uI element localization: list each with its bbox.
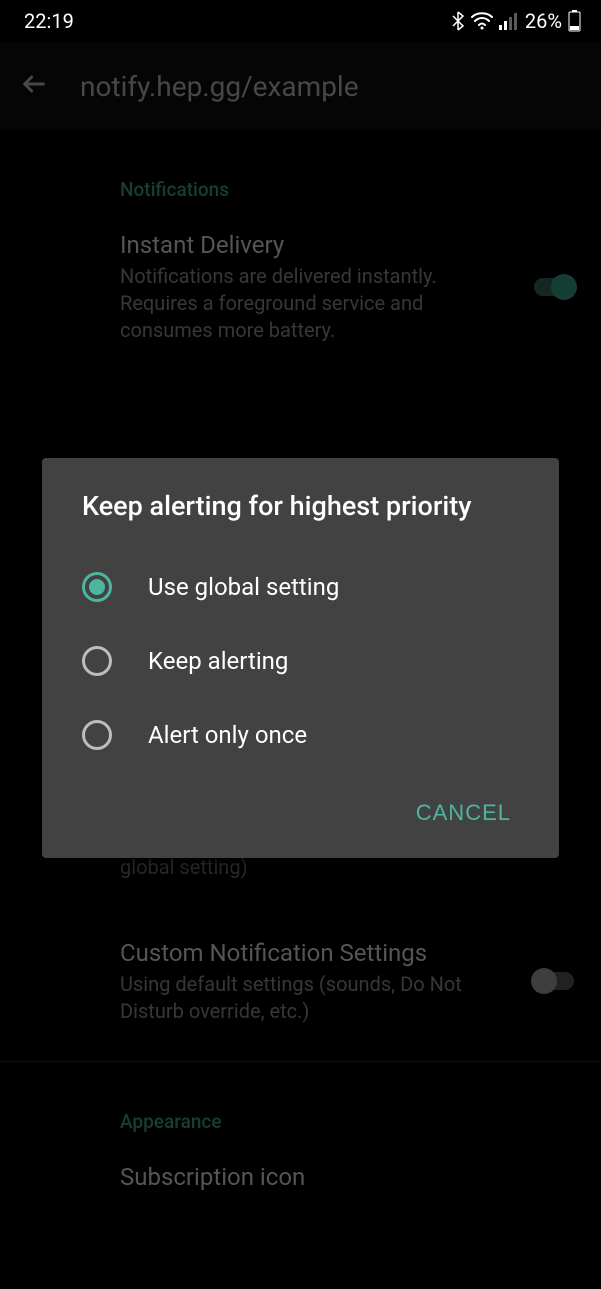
wifi-icon bbox=[471, 12, 493, 30]
status-time: 22:19 bbox=[24, 9, 74, 33]
signal-icon bbox=[499, 12, 519, 30]
dialog-actions: CANCEL bbox=[82, 792, 519, 834]
radio-icon bbox=[82, 720, 112, 750]
radio-icon bbox=[82, 646, 112, 676]
dialog-title: Keep alerting for highest priority bbox=[82, 490, 519, 522]
dialog-keep-alerting: Keep alerting for highest priority Use g… bbox=[42, 458, 559, 858]
radio-option-1[interactable]: Keep alerting bbox=[82, 624, 519, 698]
radio-option-2[interactable]: Alert only once bbox=[82, 698, 519, 772]
bluetooth-icon bbox=[451, 11, 465, 31]
battery-percent: 26% bbox=[525, 9, 562, 33]
radio-icon bbox=[82, 572, 112, 602]
status-right: 26% bbox=[451, 9, 581, 33]
battery-icon bbox=[568, 10, 581, 32]
radio-label: Use global setting bbox=[148, 573, 339, 601]
radio-label: Keep alerting bbox=[148, 647, 288, 675]
radio-option-0[interactable]: Use global setting bbox=[82, 550, 519, 624]
cancel-button[interactable]: CANCEL bbox=[408, 792, 519, 834]
status-bar: 22:19 26% bbox=[0, 0, 601, 42]
radio-label: Alert only once bbox=[148, 721, 307, 749]
